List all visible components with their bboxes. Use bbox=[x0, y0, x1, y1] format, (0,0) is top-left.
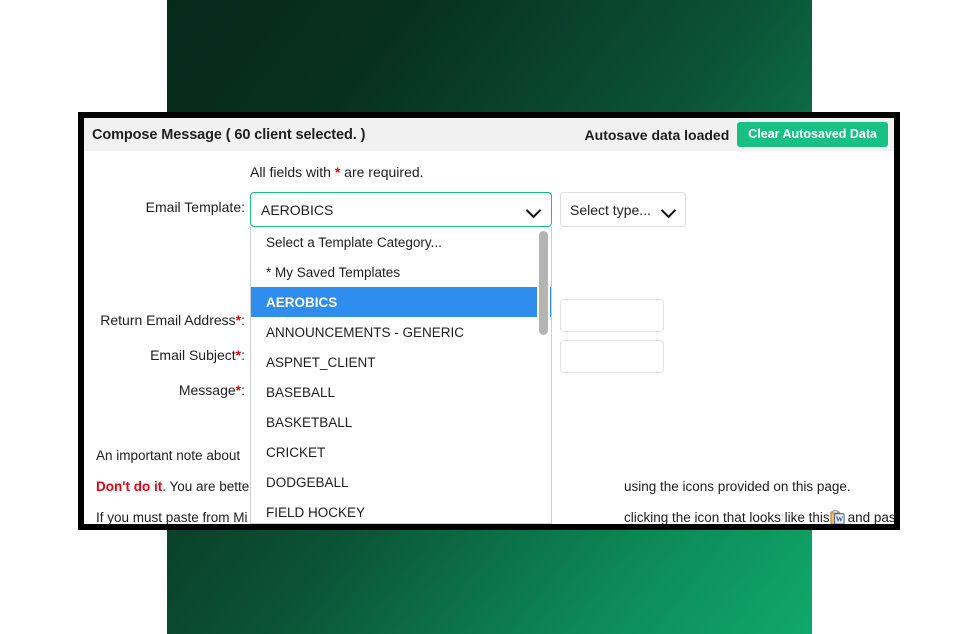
dialog-body: All fields with * are required. Email Te… bbox=[84, 151, 894, 524]
note-warning-text: Don't do it bbox=[96, 479, 163, 494]
note-line-3-tail-a: clicking the icon that looks like this bbox=[624, 510, 830, 524]
label-return-email-address-text: Return Email Address*: bbox=[84, 312, 245, 328]
note-line-3-tail-b: and pasting your bbox=[847, 510, 894, 524]
label-message-text: Message*: bbox=[84, 382, 245, 398]
header-actions: Autosave data loaded Clear Autosaved Dat… bbox=[584, 121, 888, 148]
dropdown-item-label: ASPNET_CLIENT bbox=[266, 354, 376, 370]
dialog-title: Compose Message ( 60 client selected. ) bbox=[92, 126, 366, 143]
dropdown-item-label: BASEBALL bbox=[266, 384, 336, 400]
clear-autosaved-data-button[interactable]: Clear Autosaved Data bbox=[737, 121, 888, 148]
dropdown-item-label: DODGEBALL bbox=[266, 474, 349, 490]
dropdown-scrollbar[interactable] bbox=[537, 227, 550, 523]
label-email-template-text: Email Template: bbox=[145, 199, 245, 215]
dropdown-item-label: ANNOUNCEMENTS - GENERIC bbox=[266, 324, 465, 340]
email-template-select[interactable]: AEROBICS bbox=[250, 192, 552, 227]
email-template-dropdown-list[interactable]: Select a Template Category... * My Saved … bbox=[250, 227, 552, 524]
dropdown-item[interactable]: Select a Template Category... bbox=[251, 227, 551, 257]
dropdown-item[interactable]: DODGEBALL bbox=[251, 467, 551, 497]
dialog-inner: Compose Message ( 60 client selected. ) … bbox=[84, 118, 894, 524]
dropdown-item[interactable]: ANNOUNCEMENTS - GENERIC bbox=[251, 317, 551, 347]
email-subject-input[interactable] bbox=[560, 340, 664, 373]
dropdown-item-label: Select a Template Category... bbox=[266, 234, 442, 250]
dropdown-item[interactable]: BASEBALL bbox=[251, 377, 551, 407]
dropdown-item[interactable]: BASKETBALL bbox=[251, 407, 551, 437]
dropdown-scrollbar-thumb[interactable] bbox=[539, 231, 548, 335]
note-line-2: Don't do it. You are better bbox=[96, 479, 254, 494]
dropdown-item-label: * My Saved Templates bbox=[266, 264, 401, 280]
chevron-down-icon bbox=[662, 205, 676, 214]
autosave-status-text: Autosave data loaded bbox=[584, 126, 730, 143]
compose-message-dialog: Compose Message ( 60 client selected. ) … bbox=[78, 112, 900, 530]
chevron-down-icon bbox=[527, 205, 541, 214]
label-return-email-address-inner: Return Email Address bbox=[100, 312, 236, 328]
dropdown-item-label: AEROBICS bbox=[266, 294, 338, 310]
label-email-subject-text: Email Subject*: bbox=[84, 347, 245, 363]
type-select-value: Select type... bbox=[570, 201, 651, 218]
label-colon: : bbox=[241, 312, 245, 328]
dropdown-item[interactable]: AEROBICS bbox=[251, 287, 551, 317]
dropdown-item[interactable]: * My Saved Templates bbox=[251, 257, 551, 287]
type-select[interactable]: Select type... bbox=[560, 192, 686, 227]
dropdown-item[interactable]: FIELD HOCKEY bbox=[251, 497, 551, 523]
label-colon: : bbox=[241, 382, 245, 398]
dropdown-items: Select a Template Category... * My Saved … bbox=[251, 227, 551, 523]
dialog-header: Compose Message ( 60 client selected. ) … bbox=[84, 118, 894, 151]
note-line-2-tail: using the icons provided on this page. bbox=[624, 479, 851, 494]
note-line-3: If you must paste from Mi bbox=[96, 510, 248, 524]
note-line-3-tail: clicking the icon that looks like this Wa… bbox=[624, 510, 894, 524]
return-email-address-input[interactable] bbox=[560, 299, 664, 332]
dropdown-item-label: FIELD HOCKEY bbox=[266, 504, 366, 520]
dropdown-item[interactable]: CRICKET bbox=[251, 437, 551, 467]
label-email-subject-inner: Email Subject bbox=[150, 347, 236, 363]
label-message-inner: Message bbox=[178, 382, 236, 398]
dropdown-item[interactable]: ASPNET_CLIENT bbox=[251, 347, 551, 377]
email-template-select-value: AEROBICS bbox=[261, 201, 334, 218]
svg-text:W: W bbox=[835, 515, 843, 524]
dropdown-item-label: BASKETBALL bbox=[266, 414, 353, 430]
required-fields-note: All fields with * are required. bbox=[250, 164, 424, 180]
label-colon: : bbox=[241, 347, 245, 363]
note-line-2-rest: . You are better bbox=[162, 479, 254, 494]
required-note-prefix: All fields with bbox=[250, 164, 335, 180]
note-line-1: An important note about bbox=[96, 448, 241, 463]
paste-from-word-icon: W bbox=[830, 510, 845, 524]
screen: Compose Message ( 60 client selected. ) … bbox=[0, 0, 979, 634]
required-note-suffix: are required. bbox=[340, 164, 424, 180]
dropdown-item-label: CRICKET bbox=[266, 444, 326, 460]
